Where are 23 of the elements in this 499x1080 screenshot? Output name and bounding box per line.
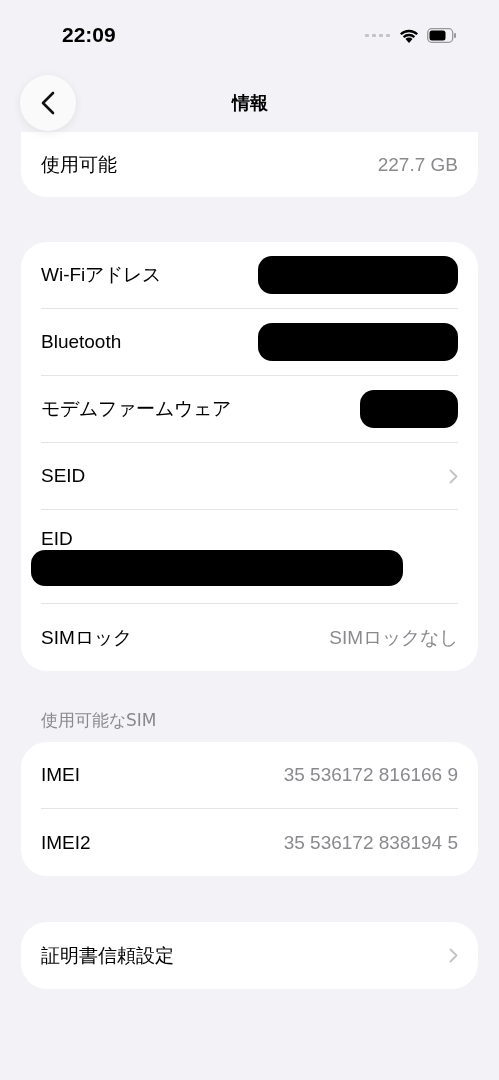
wifi-icon bbox=[399, 27, 419, 43]
row-value: 35 536172 838194 5 bbox=[283, 831, 458, 854]
signal-icon bbox=[365, 32, 391, 38]
battery-icon bbox=[427, 27, 457, 43]
row-label: IMEI2 bbox=[41, 831, 91, 854]
row-label: EID bbox=[41, 527, 73, 550]
row-label: モデムファームウェア bbox=[41, 397, 231, 421]
section-header: 使用可能なSIM bbox=[41, 709, 158, 732]
nav-title: 情報 bbox=[231, 91, 268, 115]
row-label: Wi-Fiアドレス bbox=[41, 263, 162, 287]
row-value: SIMロックなし bbox=[329, 625, 458, 650]
chevron-icon bbox=[449, 468, 458, 484]
row-label: Bluetooth bbox=[41, 331, 122, 353]
row-label: 使用可能 bbox=[41, 152, 117, 177]
row-value: 35 536172 816166 9 bbox=[283, 764, 458, 786]
chevron-icon bbox=[449, 948, 458, 963]
row-value: 227.7 GB bbox=[377, 153, 458, 176]
status-time: 22:09 bbox=[62, 23, 116, 47]
row-label[interactable]: 証明書信頼設定 bbox=[41, 942, 174, 969]
row-label[interactable]: SEID bbox=[41, 465, 86, 487]
row-label: IMEI bbox=[41, 764, 81, 786]
row-label: SIMロック bbox=[41, 625, 132, 650]
back-icon bbox=[41, 91, 55, 115]
